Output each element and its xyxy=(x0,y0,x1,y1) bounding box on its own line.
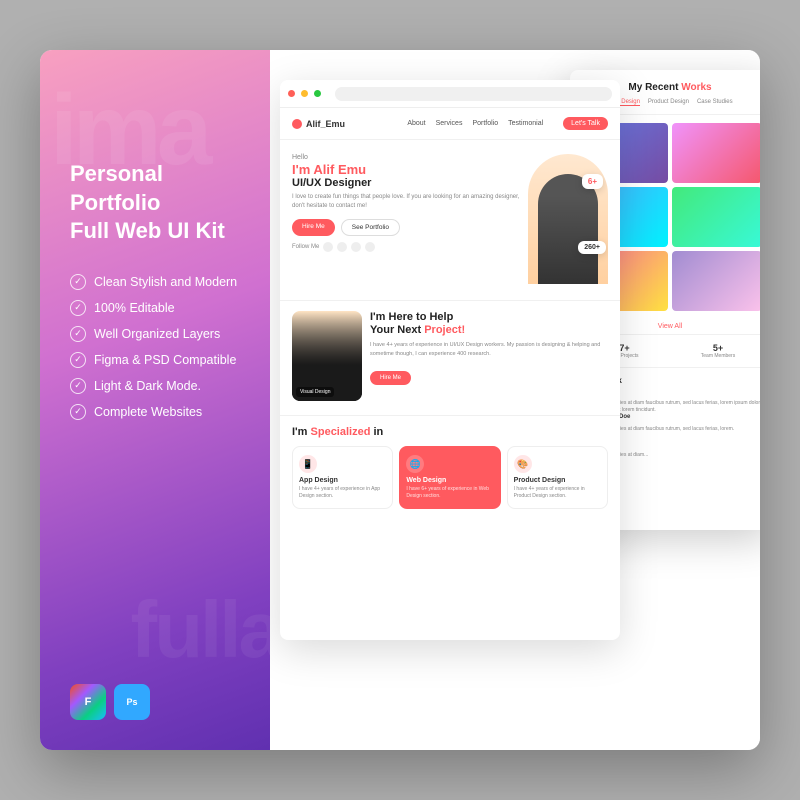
web-design-icon: 🌐 xyxy=(406,455,424,473)
hire-me-button[interactable]: Hire Me xyxy=(292,219,335,236)
check-icon: ✓ xyxy=(70,352,86,368)
stat-members: 5+ Team Members xyxy=(674,343,760,359)
web-design-desc: I have 6+ years of experience in Web Des… xyxy=(406,486,493,500)
check-icon: ✓ xyxy=(70,378,86,394)
social-icon-3[interactable] xyxy=(351,242,361,252)
help-hire-button[interactable]: Hire Me xyxy=(370,371,411,385)
experience-badge: 6+ xyxy=(582,174,603,189)
help-section: Visual Design I'm Here to HelpYour Next … xyxy=(280,300,620,415)
nav-testimonial[interactable]: Testimonial xyxy=(508,120,543,127)
app-design-title: App Design xyxy=(299,477,386,484)
nav-portfolio[interactable]: Portfolio xyxy=(472,120,498,127)
help-description: I have 4+ years of experience in UI/UX D… xyxy=(370,341,608,358)
work-image-6 xyxy=(672,251,760,311)
feature-item: ✓ Clean Stylish and Modern xyxy=(70,274,240,290)
hero-section: Hello I'm Alif Emu UI/UX Designer I love… xyxy=(280,140,620,300)
left-panel: Personal Portfolio Full Web UI Kit ✓ Cle… xyxy=(40,50,270,750)
feature-item: ✓ Complete Websites xyxy=(70,404,240,420)
hero-name: I'm Alif Emu xyxy=(292,163,520,177)
testimonial-text-2: Ut ultricies at diam faucibus rutrum, se… xyxy=(603,426,734,433)
figma-badge: F xyxy=(70,684,106,720)
browser-maximize-dot xyxy=(314,90,321,97)
product-design-icon: 🎨 xyxy=(514,455,532,473)
hero-job-title: UI/UX Designer xyxy=(292,177,520,189)
hero-text: Hello I'm Alif Emu UI/UX Designer I love… xyxy=(292,154,520,290)
stat-members-num: 5+ xyxy=(674,343,760,353)
tab-case-studies[interactable]: Case Studies xyxy=(697,99,733,106)
nav-services[interactable]: Services xyxy=(436,120,463,127)
specialized-section: I'm Specialized in 📱 App Design I have 4… xyxy=(280,415,620,517)
nav-about[interactable]: About xyxy=(407,120,425,127)
social-icon-2[interactable] xyxy=(337,242,347,252)
hero-buttons: Hire Me See Portfolio xyxy=(292,219,520,236)
mock-logo: Alif_Emu xyxy=(292,119,345,129)
app-design-icon: 📱 xyxy=(299,455,317,473)
card-web-design: 🌐 Web Design I have 6+ years of experien… xyxy=(399,446,500,509)
check-icon: ✓ xyxy=(70,404,86,420)
browser-close-dot xyxy=(288,90,295,97)
app-design-desc: I have 4+ years of experience in App Des… xyxy=(299,486,386,500)
main-card: Personal Portfolio Full Web UI Kit ✓ Cle… xyxy=(40,50,760,750)
browser-minimize-dot xyxy=(301,90,308,97)
check-icon: ✓ xyxy=(70,300,86,316)
help-title: I'm Here to HelpYour Next Project! xyxy=(370,311,608,337)
card-app-design: 📱 App Design I have 4+ years of experien… xyxy=(292,446,393,509)
testimonial-name-1: John Doe xyxy=(603,414,760,420)
product-title: Personal Portfolio Full Web UI Kit xyxy=(70,160,240,246)
check-icon: ✓ xyxy=(70,326,86,342)
product-info: Personal Portfolio Full Web UI Kit ✓ Cle… xyxy=(70,160,240,430)
hero-description: I love to create fun things that people … xyxy=(292,193,520,211)
tab-product-design[interactable]: Product Design xyxy=(648,99,689,106)
mock-nav-links: About Services Portfolio Testimonial xyxy=(407,120,543,127)
person2-image: Visual Design xyxy=(292,311,362,401)
right-panel: My Recent Works Web Design Product Desig… xyxy=(270,50,760,750)
person-silhouette xyxy=(538,174,598,284)
social-icon-4[interactable] xyxy=(365,242,375,252)
browser-url-bar xyxy=(335,87,612,101)
help-text: I'm Here to HelpYour Next Project! I hav… xyxy=(370,311,608,405)
hero-greeting: Hello xyxy=(292,154,520,161)
work-image-4 xyxy=(672,187,760,247)
tool-badges: F Ps xyxy=(70,684,240,720)
check-icon: ✓ xyxy=(70,274,86,290)
projects-badge: 260+ xyxy=(578,241,606,254)
stat-members-label: Team Members xyxy=(674,353,760,359)
product-design-title: Product Design xyxy=(514,477,601,484)
main-mockup: Alif_Emu About Services Portfolio Testim… xyxy=(280,80,620,640)
specialized-cards: 📱 App Design I have 4+ years of experien… xyxy=(292,446,608,509)
feature-item: ✓ Figma & PSD Compatible xyxy=(70,352,240,368)
follow-section: Follow Me xyxy=(292,242,520,252)
feature-item: ✓ Light & Dark Mode. xyxy=(70,378,240,394)
web-design-title: Web Design xyxy=(406,477,493,484)
specialized-title: I'm Specialized in xyxy=(292,426,608,438)
social-icon-1[interactable] xyxy=(323,242,333,252)
work-image-2 xyxy=(672,123,760,183)
mockup-nav: Alif_Emu About Services Portfolio Testim… xyxy=(280,108,620,140)
feature-item: ✓ 100% Editable xyxy=(70,300,240,316)
browser-chrome xyxy=(280,80,620,108)
nav-cta-button[interactable]: Let's Talk xyxy=(563,117,608,130)
see-portfolio-button[interactable]: See Portfolio xyxy=(341,219,400,236)
person2-label: Visual Design xyxy=(296,387,334,397)
feature-item: ✓ Well Organized Layers xyxy=(70,326,240,342)
logo-dot xyxy=(292,119,302,129)
psd-badge: Ps xyxy=(114,684,150,720)
card-product-design: 🎨 Product Design I have 4+ years of expe… xyxy=(507,446,608,509)
hero-image: 6+ 260+ xyxy=(528,154,608,284)
product-design-desc: I have 4+ years of experience in Product… xyxy=(514,486,601,500)
testimonial-text-1: Ut ultricies at diam faucibus rutrum, se… xyxy=(603,400,760,414)
features-list: ✓ Clean Stylish and Modern ✓ 100% Editab… xyxy=(70,274,240,420)
